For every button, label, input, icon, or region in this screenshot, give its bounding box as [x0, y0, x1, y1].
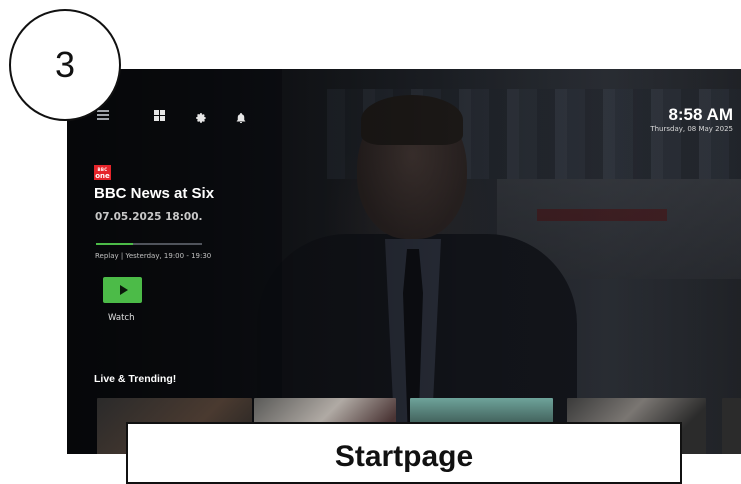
gear-icon[interactable] — [195, 109, 207, 123]
caption-box: Startpage — [126, 422, 682, 484]
channel-logo: BBC one — [94, 165, 111, 180]
grid-icon[interactable] — [154, 110, 165, 121]
step-number-badge: 3 — [9, 9, 121, 121]
watch-button[interactable] — [103, 277, 142, 303]
play-icon — [119, 285, 128, 295]
bell-icon[interactable] — [235, 109, 247, 124]
live-trending-title: Live & Trending! — [94, 373, 177, 385]
clock-time: 8:58 AM — [668, 105, 733, 124]
caption-text: Startpage — [334, 440, 474, 473]
replay-info: Replay | Yesterday, 19:00 - 19:30 — [95, 252, 212, 260]
tv-screen: 8:58 AM Thursday, 08 May 2025 BBC one BB… — [67, 69, 741, 454]
progress-fill — [96, 243, 134, 245]
program-datetime: 07.05.2025 18:00. — [95, 211, 203, 223]
trending-thumbnail-5[interactable] — [722, 398, 741, 454]
watch-label: Watch — [108, 313, 135, 323]
clock-date: Thursday, 08 May 2025 — [650, 125, 733, 133]
clock: 8:58 AM Thursday, 08 May 2025 — [650, 105, 733, 133]
program-title: BBC News at Six — [94, 185, 215, 202]
info-panel — [67, 69, 282, 454]
menu-icon[interactable] — [97, 110, 109, 120]
step-number: 3 — [54, 44, 76, 85]
replay-progress-bar — [96, 243, 202, 245]
